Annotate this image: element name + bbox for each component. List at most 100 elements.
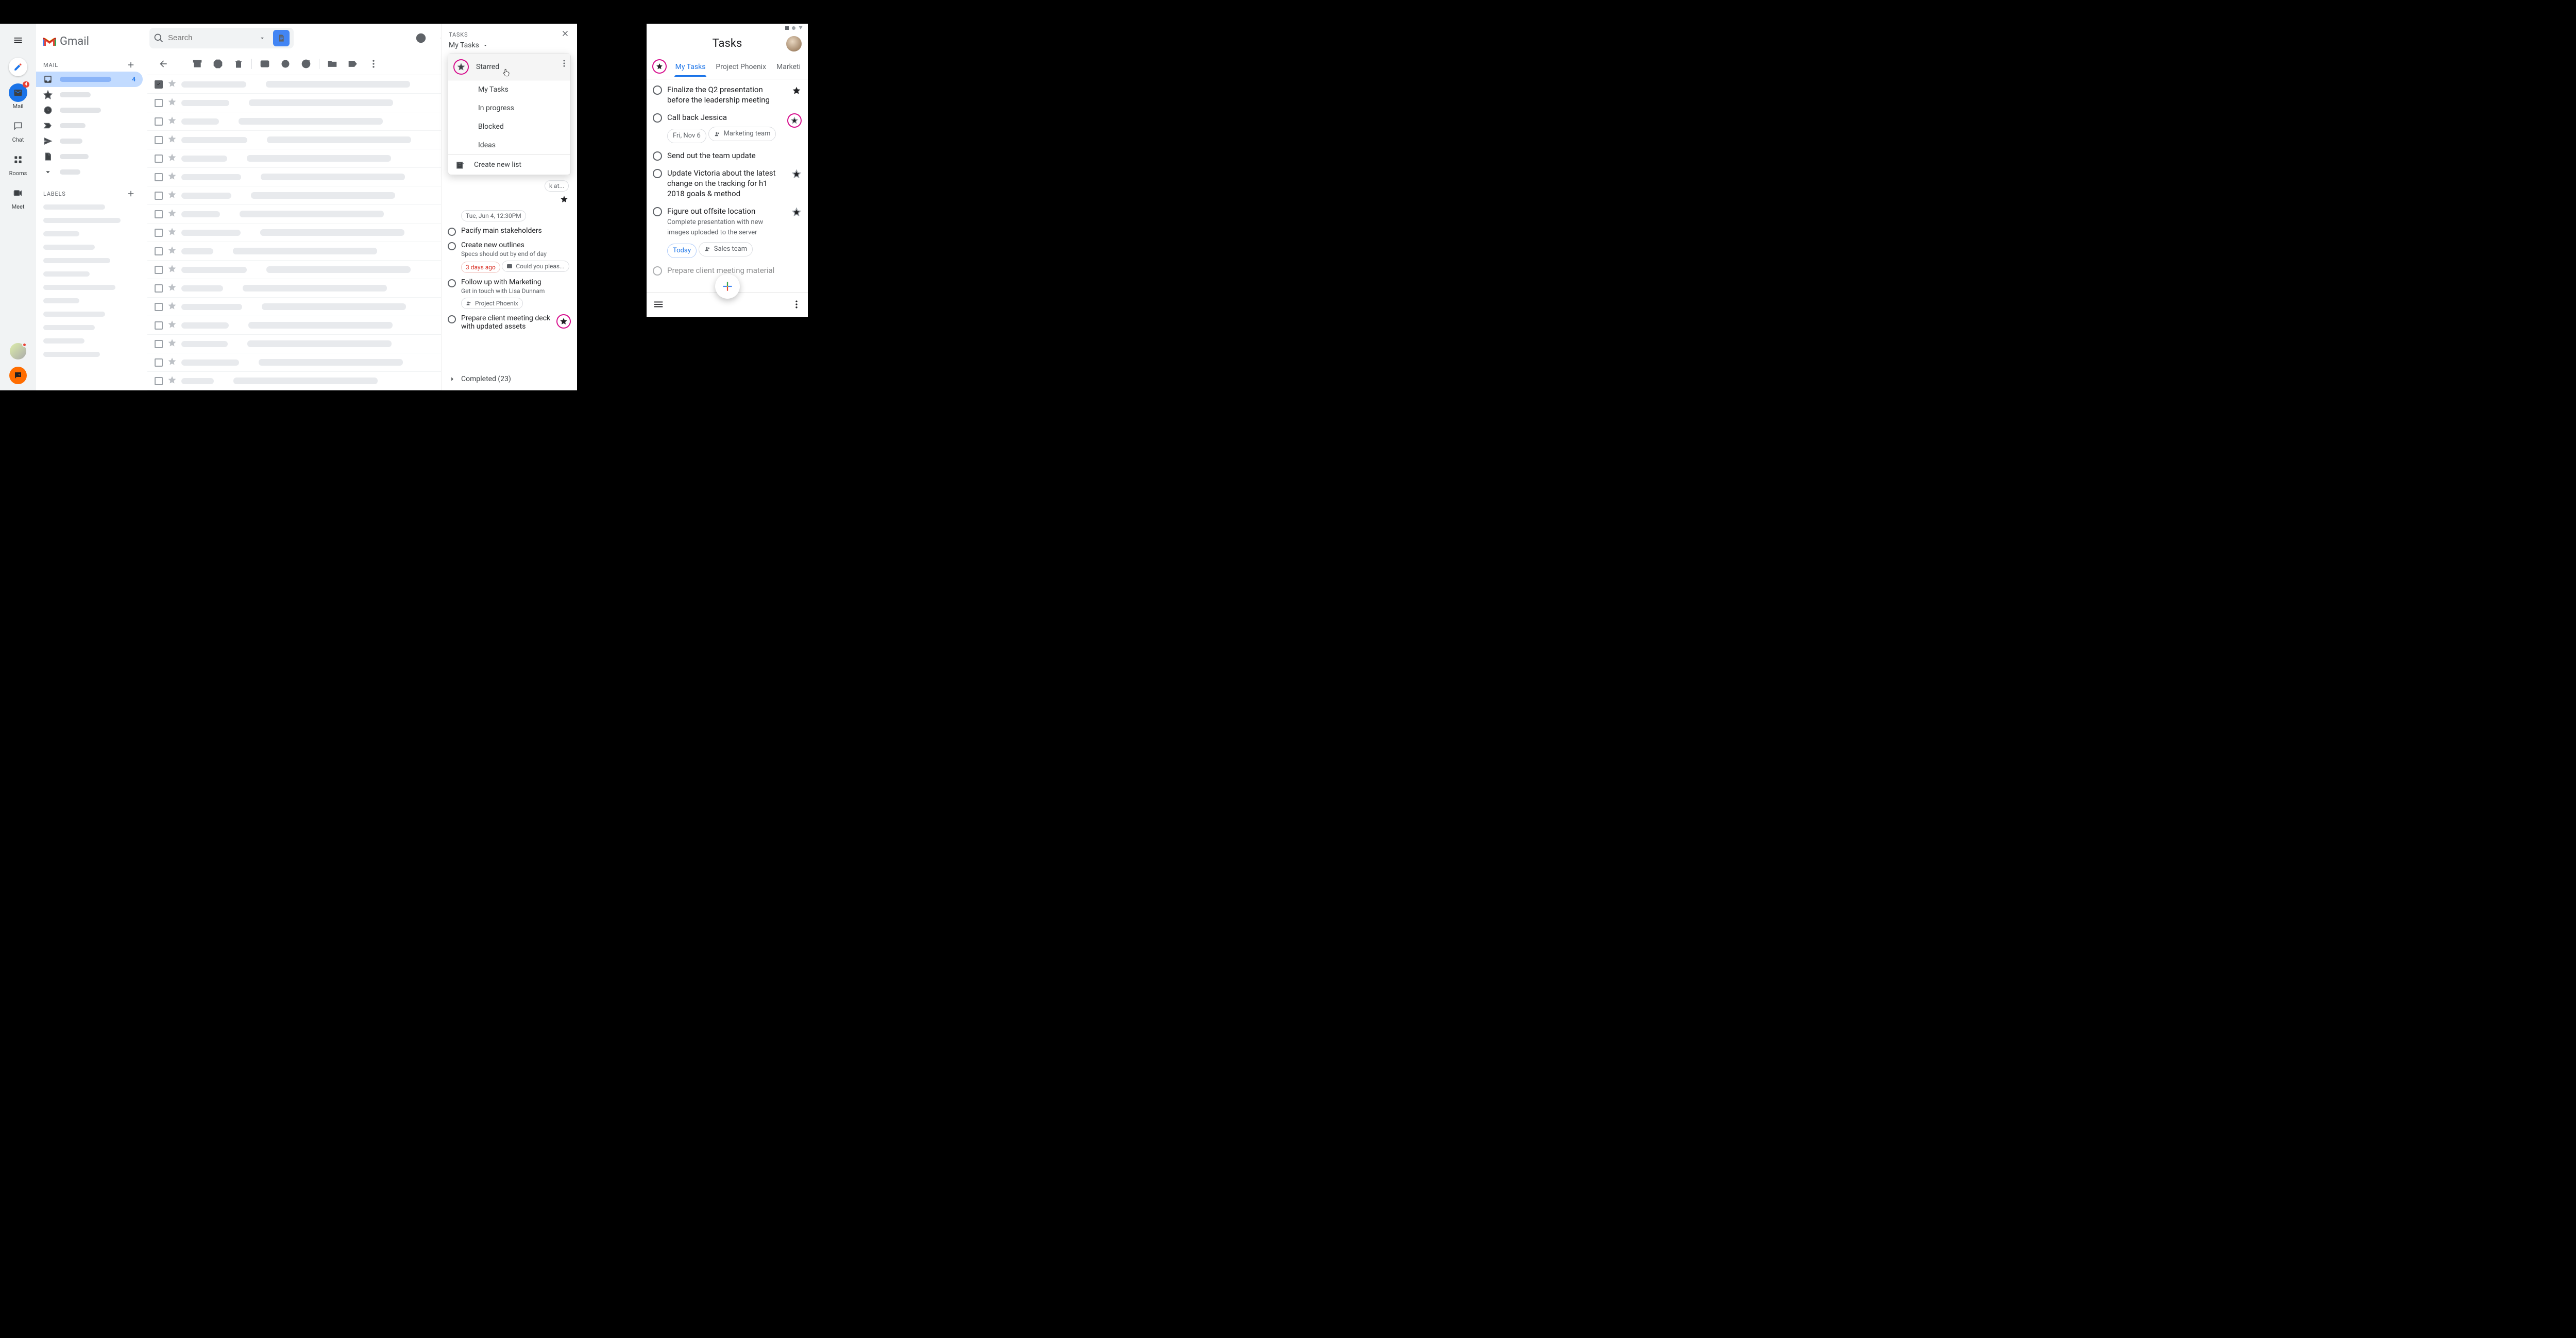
label-item[interactable]	[36, 267, 143, 281]
doc-tool-button[interactable]	[273, 30, 290, 46]
label-item[interactable]	[36, 241, 143, 254]
close-tasks-button[interactable]	[561, 29, 570, 40]
rail-mail[interactable]: 4 Mail	[9, 83, 27, 110]
help-button[interactable]	[412, 29, 430, 47]
chat-compose-button[interactable]	[9, 367, 27, 384]
label-item[interactable]	[36, 214, 143, 227]
star-toggle[interactable]	[168, 116, 176, 127]
mobile-task-item[interactable]: Finalize the Q2 presentation before the …	[653, 84, 802, 105]
dropdown-mytasks[interactable]: My Tasks	[448, 80, 570, 99]
task-star[interactable]	[787, 112, 802, 143]
label-item[interactable]	[36, 348, 143, 361]
tab-starred[interactable]	[649, 54, 670, 79]
nav-sent[interactable]	[36, 133, 143, 149]
task-complete-toggle[interactable]	[653, 113, 662, 123]
main-menu-button[interactable]	[8, 30, 28, 50]
label-item[interactable]	[36, 200, 143, 214]
mobile-add-task-button[interactable]	[715, 274, 740, 299]
nav-inbox[interactable]: 4	[36, 72, 143, 87]
tab-marketing[interactable]: Marketi	[771, 57, 806, 76]
mobile-task-item[interactable]: Call back Jessica Fri, Nov 6 Marketing t…	[653, 112, 802, 143]
checkbox[interactable]	[155, 358, 163, 367]
nav-snoozed[interactable]	[36, 102, 143, 118]
checkbox[interactable]	[155, 321, 163, 330]
checkbox[interactable]	[155, 210, 163, 218]
task-email-chip[interactable]: Could you pleas...	[502, 261, 569, 272]
back-button[interactable]	[155, 55, 172, 73]
label-item[interactable]	[36, 307, 143, 321]
mobile-task-item[interactable]: Send out the team update	[653, 150, 802, 161]
mobile-menu-button[interactable]	[653, 299, 664, 312]
add-folder-icon[interactable]	[126, 60, 135, 70]
task-complete-toggle[interactable]	[653, 85, 662, 95]
label-button[interactable]	[344, 55, 362, 73]
mobile-more-button[interactable]	[791, 299, 802, 312]
label-item[interactable]	[36, 254, 143, 267]
task-group-chip[interactable]: Sales team	[699, 242, 753, 256]
star-toggle[interactable]	[168, 98, 176, 108]
checkbox[interactable]	[155, 155, 163, 163]
nav-important[interactable]	[36, 118, 143, 133]
label-item[interactable]	[36, 321, 143, 334]
task-star[interactable]	[791, 168, 802, 199]
star-toggle[interactable]	[168, 228, 176, 238]
spam-button[interactable]	[209, 55, 227, 73]
task-complete-toggle[interactable]	[448, 278, 456, 309]
checkbox[interactable]	[155, 80, 163, 89]
search-box[interactable]	[149, 28, 294, 48]
checkbox[interactable]	[155, 303, 163, 311]
star-toggle[interactable]	[168, 339, 176, 349]
search-options-icon[interactable]	[259, 35, 266, 42]
checkbox[interactable]	[155, 229, 163, 237]
dropdown-starred[interactable]: Starred	[448, 54, 570, 80]
task-group-chip[interactable]: Marketing team	[708, 127, 776, 141]
checkbox[interactable]	[155, 117, 163, 126]
dropdown-ideas[interactable]: Ideas	[448, 136, 570, 155]
task-item[interactable]: Follow up with Marketing Get in touch wi…	[448, 278, 571, 309]
star-toggle[interactable]	[168, 135, 176, 145]
dropdown-blocked[interactable]: Blocked	[448, 117, 570, 136]
rail-meet[interactable]: Meet	[9, 184, 27, 210]
task-list-selector[interactable]: My Tasks	[449, 41, 570, 49]
star-toggle[interactable]	[168, 265, 176, 275]
star-toggle[interactable]	[168, 172, 176, 182]
mobile-task-item[interactable]: Update Victoria about the latest change …	[653, 168, 802, 199]
mobile-avatar[interactable]	[786, 36, 802, 52]
task-item[interactable]: Prepare client meeting deck with updated…	[448, 314, 571, 331]
checkbox[interactable]	[155, 284, 163, 293]
star-toggle[interactable]	[168, 302, 176, 312]
task-complete-toggle[interactable]	[448, 314, 456, 331]
checkbox[interactable]	[155, 99, 163, 107]
task-star[interactable]	[791, 84, 802, 105]
add-label-icon[interactable]	[126, 189, 135, 198]
delete-button[interactable]	[230, 55, 247, 73]
gmail-brand[interactable]: Gmail	[36, 30, 143, 58]
checkbox[interactable]	[155, 247, 163, 255]
tab-project-phoenix[interactable]: Project Phoenix	[710, 57, 771, 76]
markread-button[interactable]	[256, 55, 274, 73]
task-complete-toggle[interactable]	[448, 227, 456, 236]
star-toggle[interactable]	[168, 376, 176, 386]
search-input[interactable]	[168, 33, 250, 42]
label-item[interactable]	[36, 294, 143, 307]
checkbox[interactable]	[155, 266, 163, 274]
star-filled-icon[interactable]	[560, 195, 569, 204]
task-complete-toggle[interactable]	[653, 169, 662, 178]
label-item[interactable]	[36, 227, 143, 241]
mobile-task-list[interactable]: Finalize the Q2 presentation before the …	[647, 79, 808, 293]
star-toggle[interactable]	[168, 283, 176, 294]
star-toggle[interactable]	[168, 79, 176, 90]
tab-my-tasks[interactable]: My Tasks	[670, 57, 711, 76]
nav-more[interactable]	[36, 164, 143, 180]
checkbox[interactable]	[155, 340, 163, 348]
status-avatar[interactable]	[10, 343, 26, 359]
mobile-task-item[interactable]: Figure out offsite location Complete pre…	[653, 206, 802, 259]
task-star[interactable]	[791, 206, 802, 259]
archive-button[interactable]	[189, 55, 206, 73]
dropdown-inprogress[interactable]: In progress	[448, 99, 570, 117]
rail-rooms[interactable]: Rooms	[9, 150, 27, 177]
task-item[interactable]: Create new outlines Specs should out by …	[448, 241, 571, 273]
task-complete-toggle[interactable]	[653, 151, 662, 161]
rail-chat[interactable]: Chat	[9, 117, 27, 143]
moveto-button[interactable]	[324, 55, 341, 73]
